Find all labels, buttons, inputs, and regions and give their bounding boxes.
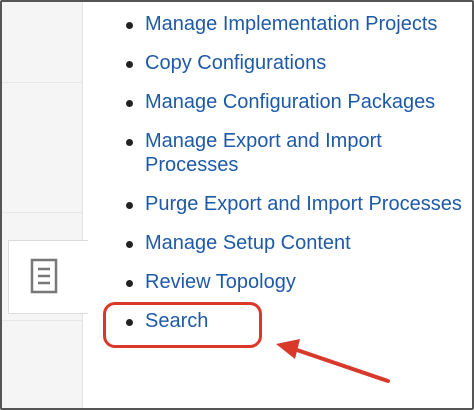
rail-divider (2, 320, 82, 321)
list-item: Manage Configuration Packages (122, 90, 472, 114)
list-item: Manage Setup Content (122, 231, 472, 255)
list-item: Copy Configurations (122, 51, 472, 75)
red-arrow-icon (270, 335, 395, 395)
list-item: Manage Implementation Projects (122, 12, 472, 36)
list-item: Purge Export and Import Processes (122, 192, 472, 216)
manage-setup-content-link[interactable]: Manage Setup Content (145, 232, 351, 254)
manage-configuration-packages-link[interactable]: Manage Configuration Packages (145, 91, 435, 113)
list-item: Review Topology (122, 270, 472, 294)
list-item: Manage Export and Import Processes (122, 129, 472, 177)
manage-export-import-processes-link[interactable]: Manage Export and Import Processes (145, 130, 382, 176)
rail-divider (2, 82, 82, 83)
review-topology-link[interactable]: Review Topology (145, 271, 296, 293)
manage-implementation-projects-link[interactable]: Manage Implementation Projects (145, 13, 437, 35)
rail-divider (2, 212, 82, 213)
task-link-list: Manage Implementation Projects Copy Conf… (122, 12, 472, 333)
left-side-panel (2, 2, 83, 408)
copy-configurations-link[interactable]: Copy Configurations (145, 52, 326, 74)
document-icon[interactable] (30, 258, 58, 299)
purge-export-import-processes-link[interactable]: Purge Export and Import Processes (145, 193, 462, 215)
search-highlight-outline (103, 302, 262, 348)
